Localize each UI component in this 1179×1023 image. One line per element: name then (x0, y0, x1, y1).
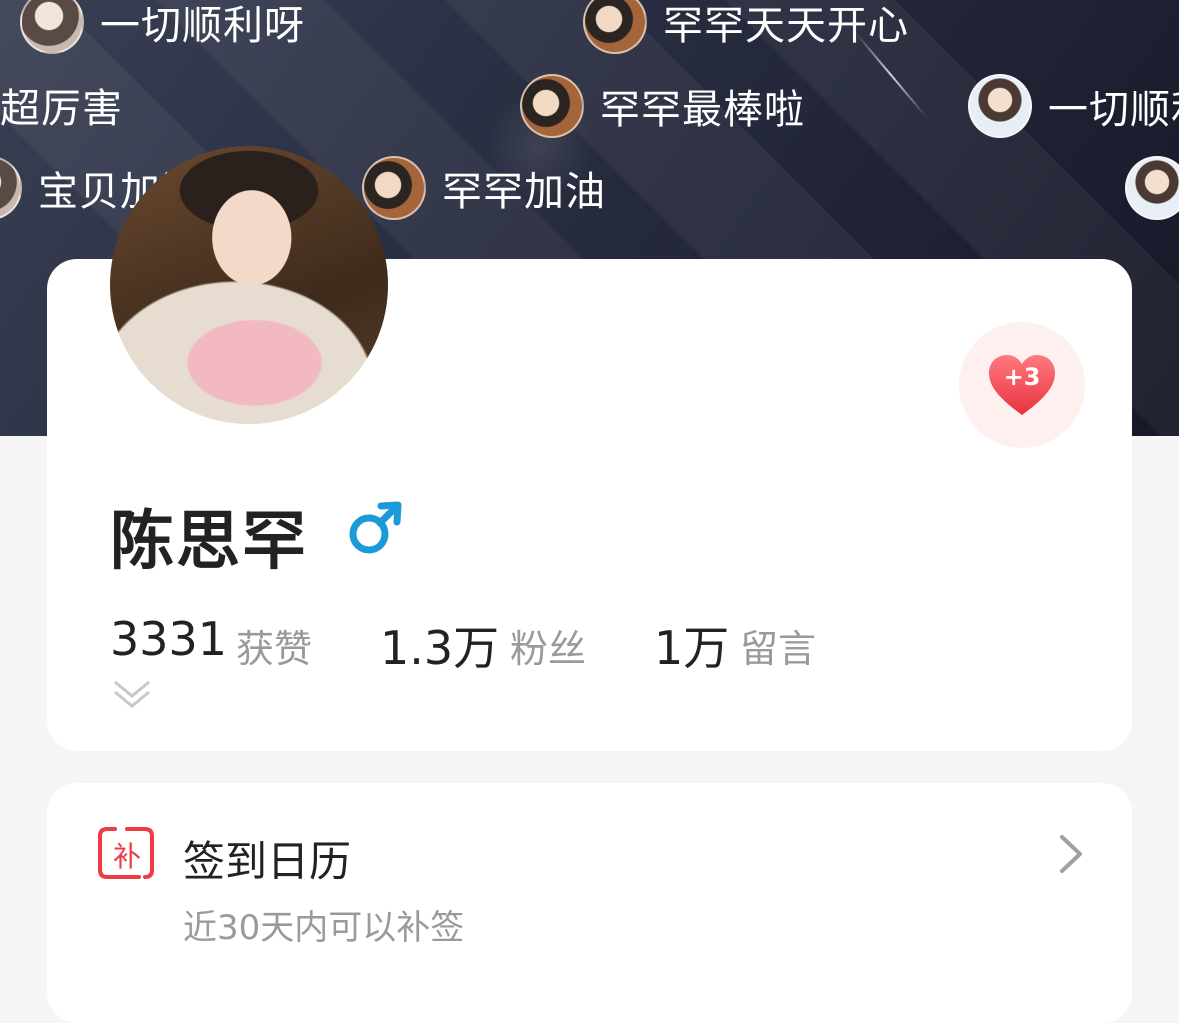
avatar (1125, 156, 1179, 220)
profile-name: 陈思罕 (110, 505, 308, 579)
heart-icon: +3 (987, 353, 1057, 417)
danmaku-item: 超厉害 (0, 76, 123, 134)
danmaku-item (1125, 156, 1179, 220)
fans-count[interactable]: 1.3万 (380, 612, 499, 678)
danmaku-item: 罕罕天天开心 (583, 0, 909, 54)
messages-label[interactable]: 留言 (740, 618, 816, 673)
checkin-title: 签到日历 (183, 837, 352, 886)
danmaku-text: 一切顺利 (1048, 87, 1179, 133)
danmaku-item: 一切顺利呀 (20, 0, 305, 54)
avatar (520, 74, 584, 138)
makeup-checkin-icon: 补 (97, 826, 157, 882)
danmaku-text: 罕罕加油 (442, 169, 606, 215)
danmaku-item: 罕罕最棒啦 (520, 74, 805, 138)
avatar (20, 0, 84, 54)
avatar (362, 156, 426, 220)
fans-label[interactable]: 粉丝 (510, 618, 586, 673)
likes-count: 3331 (110, 612, 228, 666)
danmaku-item: 一切顺利 (968, 74, 1179, 138)
danmaku-text: 超厉害 (0, 86, 123, 132)
avatar (968, 74, 1032, 138)
like-bonus: +3 (1003, 363, 1041, 391)
makeup-checkin-char: 补 (112, 840, 141, 873)
male-icon (349, 501, 402, 554)
danmaku-text: 罕罕最棒啦 (600, 87, 805, 133)
danmaku-text: 罕罕天天开心 (663, 3, 909, 49)
like-button[interactable]: +3 (959, 322, 1085, 448)
expand-down-icon[interactable] (112, 676, 152, 710)
avatar (0, 156, 22, 220)
chevron-right-icon[interactable] (1054, 832, 1086, 876)
danmaku-text: 一切顺利呀 (100, 3, 305, 49)
profile-avatar[interactable] (110, 146, 388, 424)
checkin-subtitle: 近30天内可以补签 (183, 908, 465, 948)
danmaku-item: 罕罕加油 (362, 156, 606, 220)
likes-label: 获赞 (236, 627, 313, 671)
messages-count[interactable]: 1万 (654, 612, 729, 678)
avatar (583, 0, 647, 54)
